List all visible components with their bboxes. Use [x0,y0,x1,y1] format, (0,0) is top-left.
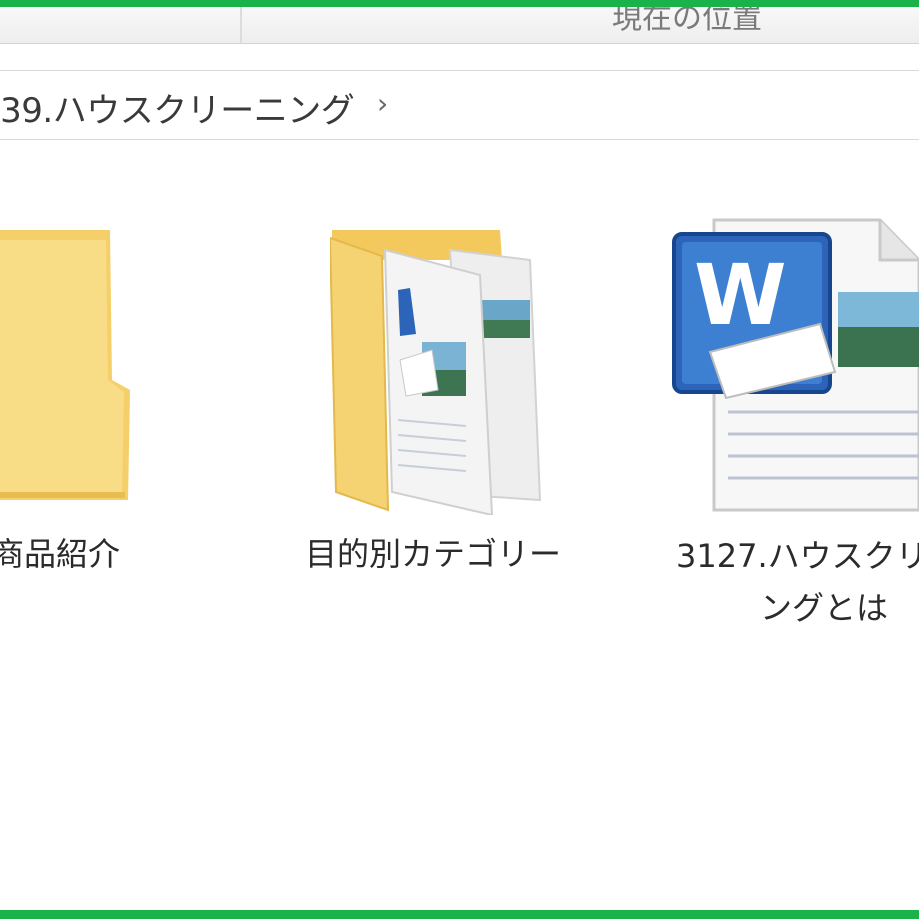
document-item-house-cleaning[interactable]: W [670,212,919,512]
window-frame-bottom [0,910,919,919]
folder-documents-icon [328,230,542,517]
toolbar-gap [0,44,919,70]
window-frame-top [0,0,919,7]
document-label-line2[interactable]: ングとは [760,586,888,630]
breadcrumb-current-folder[interactable]: 139.ハウスクリーニング [0,83,355,132]
ribbon-separator [240,7,242,43]
folder-icon [0,230,130,500]
document-label-line1[interactable]: 3127.ハウスクリ [676,534,919,578]
address-bar[interactable]: 139.ハウスクリーニング › [0,70,919,140]
folder-label-categories[interactable]: 目的別カテゴリー [305,532,561,576]
folder-item-products[interactable] [0,230,140,505]
ribbon-label: 現在の位置 [612,7,762,36]
svg-text:W: W [694,246,787,344]
folder-item-categories[interactable] [328,230,550,517]
ribbon-bar: 現在の位置 [0,7,919,44]
folder-label-products[interactable]: 商品紹介 [0,532,120,576]
chevron-right-icon[interactable]: › [377,87,388,120]
word-document-icon: W [672,218,919,512]
